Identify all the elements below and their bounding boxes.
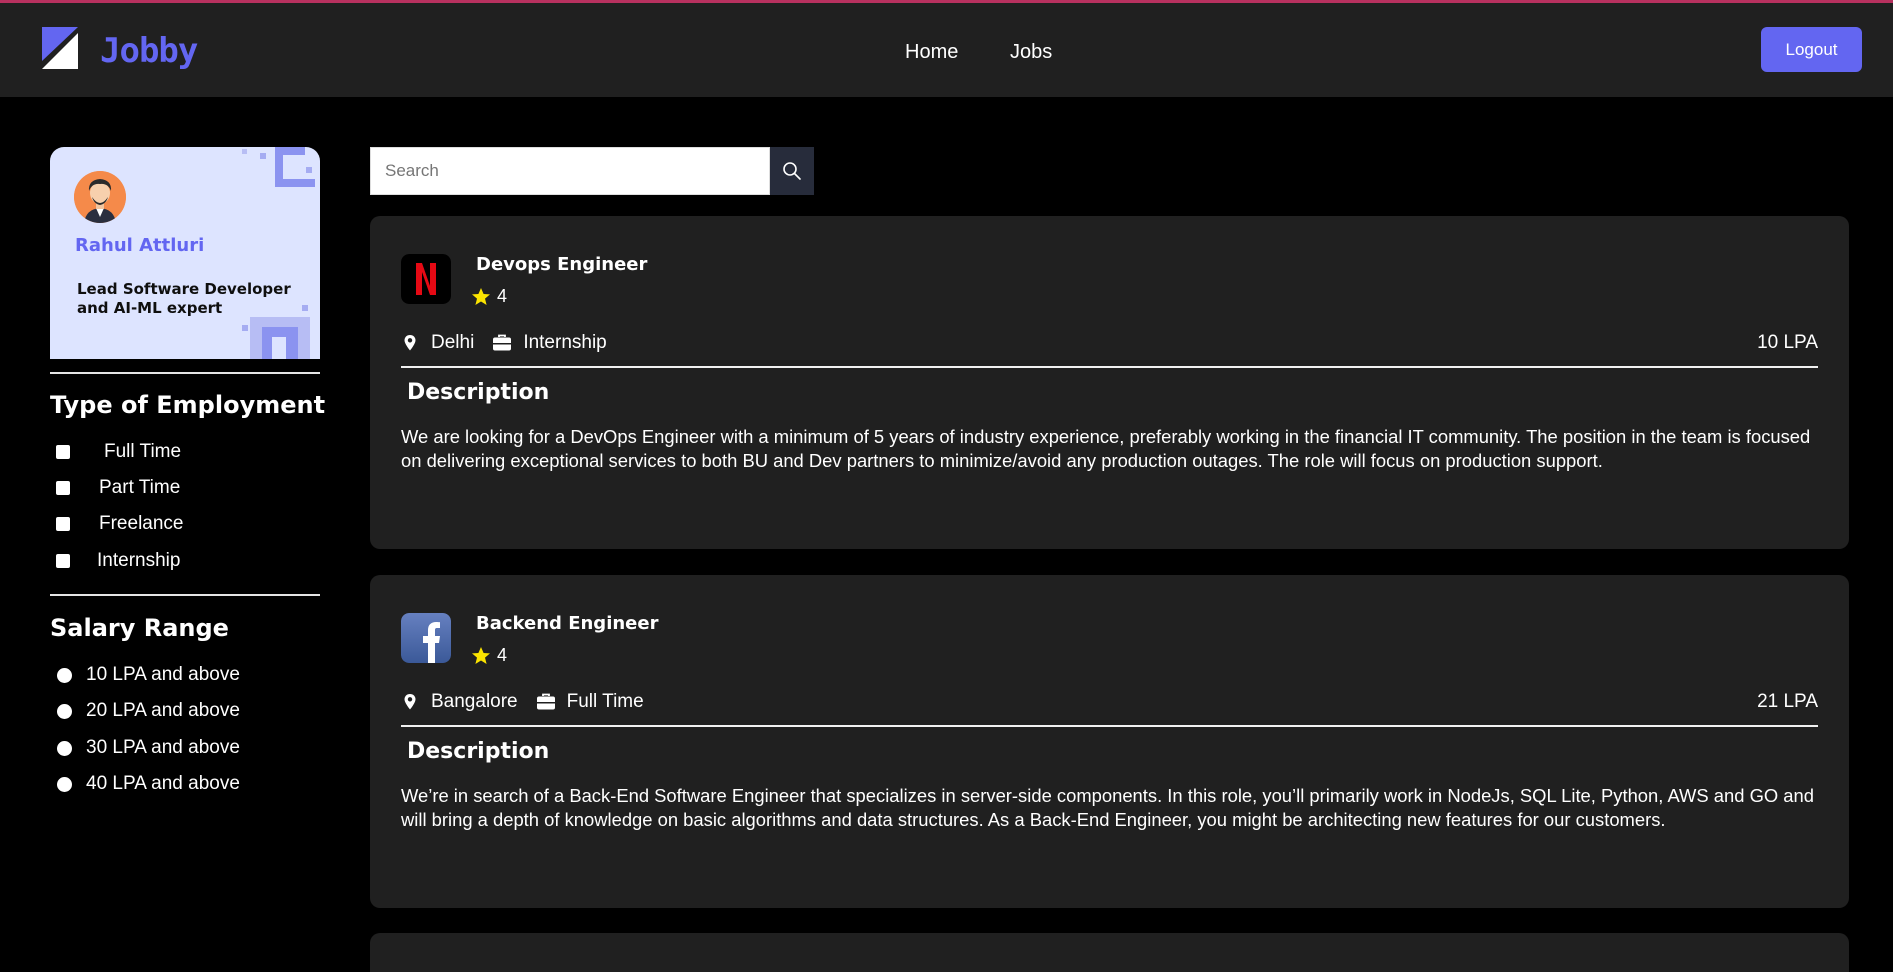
location-pin-icon bbox=[404, 694, 416, 710]
facebook-logo-icon bbox=[401, 613, 451, 663]
brand-name[interactable]: Jobby bbox=[100, 31, 198, 71]
nav-home-link[interactable]: Home bbox=[905, 41, 958, 64]
job-description: We are looking for a DevOps Engineer wit… bbox=[401, 426, 1811, 471]
description-heading: Description bbox=[407, 380, 550, 405]
sidebar-divider bbox=[50, 594, 320, 596]
radio-button[interactable] bbox=[57, 703, 72, 719]
job-location: Bangalore bbox=[431, 691, 518, 712]
job-package: 10 LPA bbox=[1757, 332, 1818, 353]
search-button[interactable] bbox=[770, 147, 814, 195]
sidebar-divider bbox=[50, 372, 320, 374]
star-icon bbox=[472, 646, 490, 664]
card-divider bbox=[401, 366, 1818, 368]
salary-option-10[interactable]: 10 LPA and above bbox=[56, 663, 240, 687]
profile-bio: Lead Software Developer and AI-ML expert bbox=[77, 280, 291, 317]
job-rating: 4 bbox=[471, 645, 507, 666]
navbar: Jobby Home Jobs Logout bbox=[0, 3, 1893, 97]
employment-filter-title: Type of Employment bbox=[50, 391, 326, 419]
salary-option-20[interactable]: 20 LPA and above bbox=[56, 699, 240, 723]
job-location: Delhi bbox=[431, 332, 475, 353]
nav-jobs-link[interactable]: Jobs bbox=[1010, 41, 1052, 64]
description-heading: Description bbox=[407, 739, 550, 764]
briefcase-icon bbox=[536, 693, 555, 710]
profile-name: Rahul Attluri bbox=[75, 235, 205, 256]
employment-option-label: Part Time bbox=[99, 477, 181, 498]
avatar bbox=[74, 171, 126, 223]
rating-value: 4 bbox=[497, 286, 508, 306]
job-card[interactable]: Devops Engineer 4 Delhi Internship 10 LP… bbox=[370, 216, 1849, 549]
checkbox[interactable] bbox=[56, 554, 70, 568]
job-rating: 4 bbox=[471, 286, 507, 307]
salary-option-30[interactable]: 30 LPA and above bbox=[56, 736, 240, 760]
salary-option-label: 10 LPA and above bbox=[86, 664, 240, 685]
radio-button[interactable] bbox=[57, 740, 72, 756]
radio-button[interactable] bbox=[57, 667, 72, 683]
salary-filter-title: Salary Range bbox=[50, 614, 229, 642]
logout-button[interactable]: Logout bbox=[1761, 27, 1862, 72]
search-input[interactable] bbox=[370, 147, 770, 195]
briefcase-icon bbox=[493, 334, 512, 351]
checkbox[interactable] bbox=[56, 481, 70, 495]
job-card[interactable]: Backend Engineer 4 Bangalore Full Time 2… bbox=[370, 575, 1849, 908]
job-title: Devops Engineer bbox=[476, 254, 648, 275]
salary-option-label: 40 LPA and above bbox=[86, 773, 240, 794]
salary-option-label: 30 LPA and above bbox=[86, 737, 240, 758]
salary-option-label: 20 LPA and above bbox=[86, 700, 240, 721]
employment-option-internship[interactable]: Internship bbox=[56, 549, 180, 573]
employment-option-label: Freelance bbox=[99, 513, 184, 534]
job-description: We’re in search of a Back-End Software E… bbox=[401, 785, 1814, 830]
star-icon bbox=[472, 287, 490, 305]
job-meta: Bangalore Full Time bbox=[403, 691, 644, 713]
employment-option-label: Internship bbox=[97, 550, 181, 571]
checkbox[interactable] bbox=[56, 445, 70, 459]
search-icon bbox=[783, 162, 801, 180]
jobby-logo-icon[interactable] bbox=[40, 25, 80, 71]
employment-option-part-time[interactable]: Part Time bbox=[56, 476, 180, 500]
job-card[interactable] bbox=[370, 933, 1849, 972]
employment-option-full-time[interactable]: Full Time bbox=[56, 440, 181, 464]
employment-option-label: Full Time bbox=[104, 441, 182, 462]
salary-option-40[interactable]: 40 LPA and above bbox=[56, 772, 240, 796]
location-pin-icon bbox=[404, 335, 416, 351]
job-title: Backend Engineer bbox=[476, 613, 659, 634]
checkbox[interactable] bbox=[56, 517, 70, 531]
profile-card: Rahul Attluri Lead Software Developer an… bbox=[50, 147, 320, 359]
rating-value: 4 bbox=[497, 645, 508, 665]
job-employment-type: Full Time bbox=[566, 691, 644, 712]
employment-option-freelance[interactable]: Freelance bbox=[56, 512, 184, 536]
radio-button[interactable] bbox=[57, 776, 72, 792]
pattern-decoration-icon bbox=[242, 147, 315, 187]
job-employment-type: Internship bbox=[523, 332, 607, 353]
card-divider bbox=[401, 725, 1818, 727]
job-package: 21 LPA bbox=[1757, 691, 1818, 712]
netflix-logo-icon bbox=[401, 254, 451, 304]
job-meta: Delhi Internship bbox=[403, 332, 607, 354]
search-bar bbox=[370, 147, 814, 195]
